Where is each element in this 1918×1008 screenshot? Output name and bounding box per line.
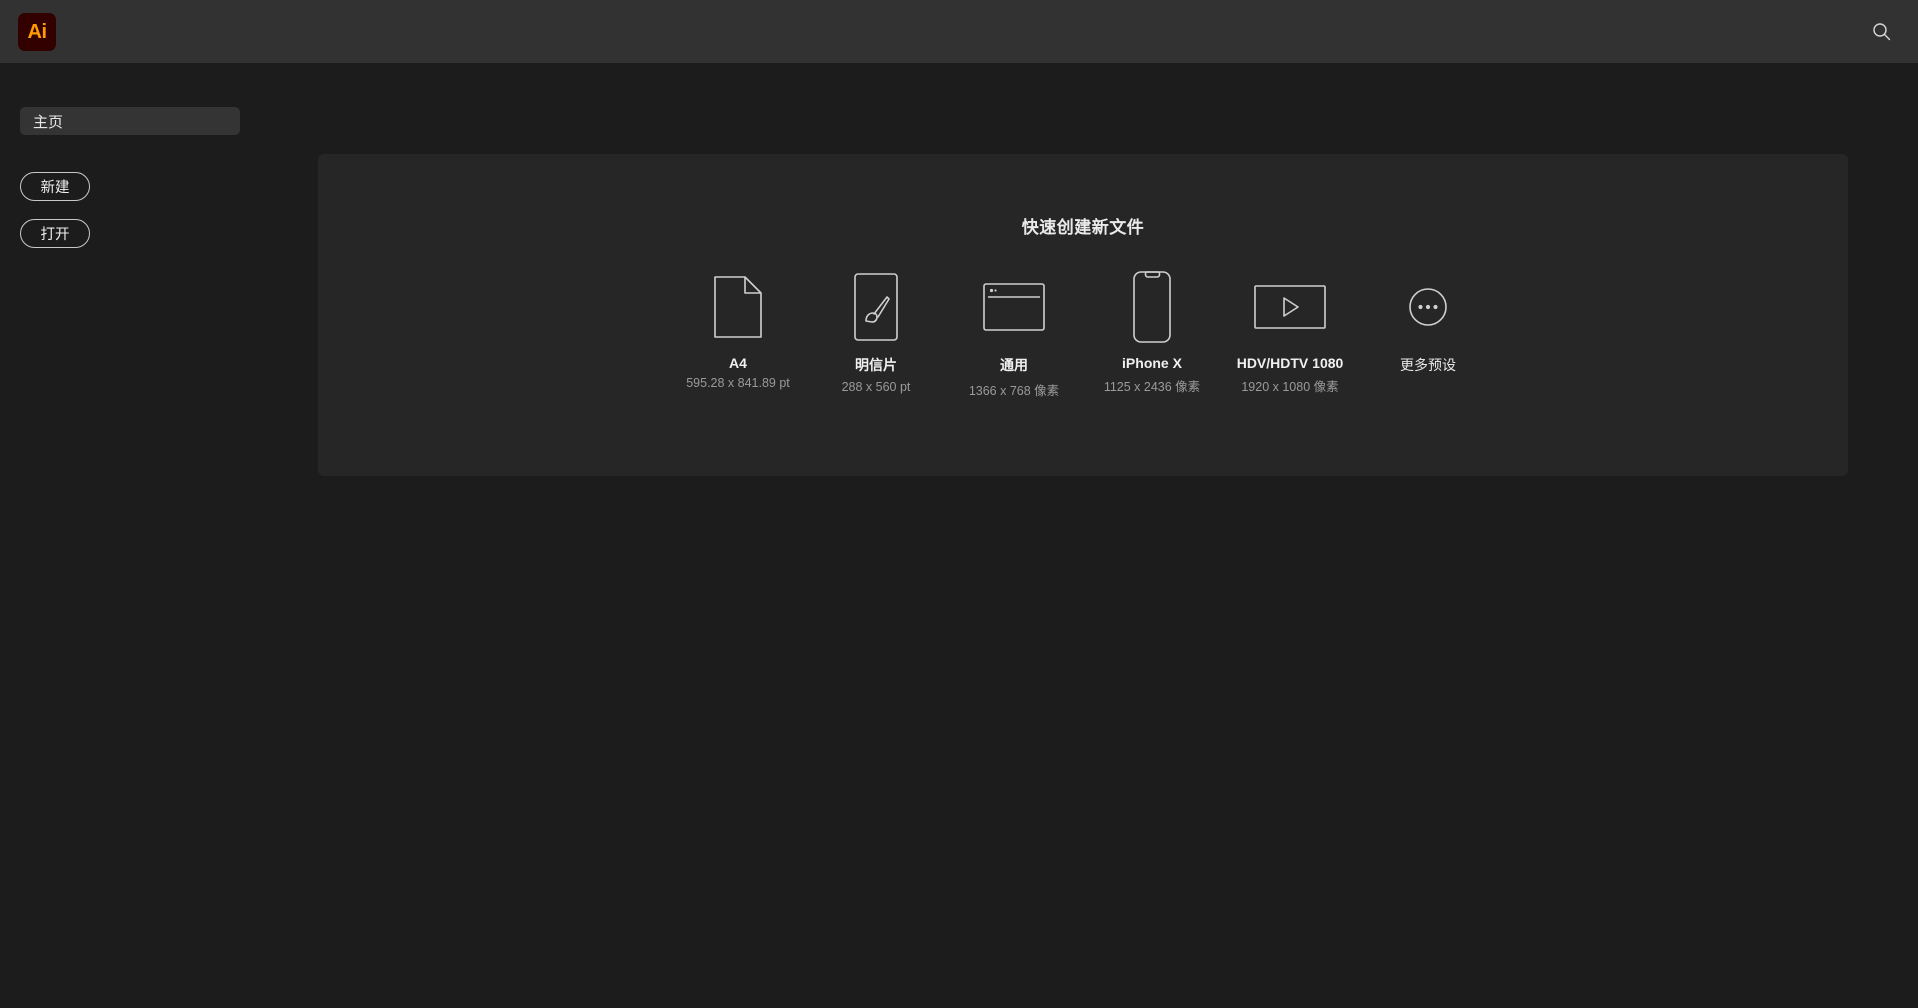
browser-window-icon <box>983 271 1045 343</box>
preset-item-web[interactable]: 通用 1366 x 768 像素 <box>945 271 1083 399</box>
preset-list: A4 595.28 x 841.89 pt 明信片 288 x 560 pt 通… <box>318 271 1848 399</box>
preset-label: 明信片 <box>855 357 897 373</box>
phone-icon <box>1133 271 1171 343</box>
preset-item-hdtv[interactable]: HDV/HDTV 1080 1920 x 1080 像素 <box>1221 271 1359 395</box>
sidebar-item-label: 主页 <box>33 113 64 131</box>
preset-sublabel: 1920 x 1080 像素 <box>1241 380 1339 394</box>
open-button-label: 打开 <box>40 227 70 243</box>
preset-sublabel: 288 x 560 pt <box>841 380 911 394</box>
more-ellipsis-icon <box>1409 271 1447 343</box>
preset-label: A4 <box>729 355 747 371</box>
preset-item-more[interactable]: 更多预设 <box>1359 271 1497 380</box>
preset-label: HDV/HDTV 1080 <box>1236 355 1344 371</box>
new-button-label: 新建 <box>40 180 70 196</box>
preset-item-postcard[interactable]: 明信片 288 x 560 pt <box>807 271 945 394</box>
new-button[interactable]: 新建 <box>20 172 90 201</box>
search-icon[interactable] <box>1866 17 1896 47</box>
document-page-icon <box>714 271 762 343</box>
preset-sublabel: 595.28 x 841.89 pt <box>686 376 790 390</box>
open-button[interactable]: 打开 <box>20 219 90 248</box>
illustrator-logo: Ai <box>18 12 56 51</box>
preset-sublabel: 1125 x 2436 像素 <box>1103 380 1201 394</box>
video-play-icon <box>1254 271 1326 343</box>
quick-create-panel: 快速创建新文件 A4 595.28 x 841.89 pt 明信片 288 x … <box>318 154 1848 476</box>
paintbrush-card-icon <box>854 271 898 343</box>
preset-item-iphone-x[interactable]: iPhone X 1125 x 2436 像素 <box>1083 271 1221 395</box>
preset-label: 更多预设 <box>1400 357 1456 373</box>
preset-label: iPhone X <box>1122 355 1182 371</box>
preset-item-a4[interactable]: A4 595.28 x 841.89 pt <box>669 271 807 390</box>
preset-sublabel: 1366 x 768 像素 <box>968 384 1060 398</box>
top-bar: Ai <box>0 0 1918 63</box>
preset-label: 通用 <box>1000 357 1028 373</box>
sidebar: 主页 新建 打开 <box>0 63 300 1008</box>
logo-text: Ai <box>27 20 48 43</box>
sidebar-item-home[interactable]: 主页 <box>20 107 240 135</box>
sidebar-actions: 新建 打开 <box>20 172 300 248</box>
page-title: 快速创建新文件 <box>1021 218 1145 237</box>
